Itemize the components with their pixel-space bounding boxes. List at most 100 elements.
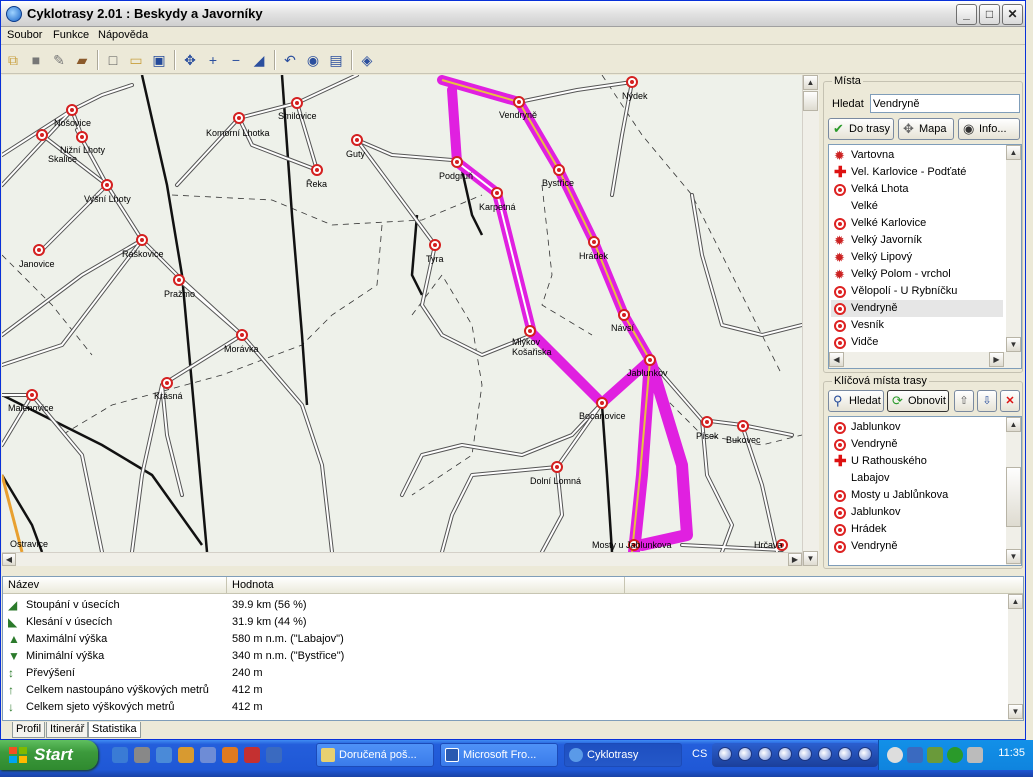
task-inbox[interactable]: Doručená poš... xyxy=(316,743,434,767)
map-vertical-scrollbar[interactable]: ▲ ▼ xyxy=(802,75,819,566)
scroll-thumb[interactable] xyxy=(803,91,818,111)
list-item[interactable]: Mosty u Jablůnkova xyxy=(831,487,1003,504)
language-indicator[interactable]: CS xyxy=(692,748,707,760)
zoom-in-icon[interactable]: + xyxy=(204,51,222,69)
tray-security-icon[interactable] xyxy=(907,747,923,763)
list-item[interactable]: ✹ Velký Polom - vrchol xyxy=(831,266,1003,283)
task-frontpage[interactable]: Microsoft Fro... xyxy=(440,743,558,767)
menu-napoveda[interactable]: Nápověda xyxy=(98,29,148,41)
menu-funkce[interactable]: Funkce xyxy=(53,29,89,41)
media-forward-button[interactable] xyxy=(838,747,852,761)
list-item[interactable]: Vendryně xyxy=(831,436,1003,453)
media-stop-button[interactable] xyxy=(758,747,772,761)
list-item[interactable]: Hrádek xyxy=(831,521,1003,538)
copy-icon[interactable]: ⧉ xyxy=(4,51,22,69)
list-item[interactable]: Vidče xyxy=(831,334,1003,351)
column-header-value[interactable]: Hodnota xyxy=(227,577,625,594)
table-row[interactable]: ↑ Celkem nastoupáno výškových metrů 412 m xyxy=(3,682,1003,699)
list-item[interactable]: ✚ Vel. Karlovice - Podťaté xyxy=(831,164,1003,181)
menu-soubor[interactable]: Soubor xyxy=(7,29,42,41)
app-icon[interactable] xyxy=(244,747,260,763)
scroll-up-button[interactable]: ▲ xyxy=(1008,594,1023,609)
list-item[interactable]: Velké xyxy=(831,198,1003,215)
move-icon[interactable]: ✥ xyxy=(181,51,199,69)
tab-profil[interactable]: Profil xyxy=(12,722,46,738)
table-row[interactable]: ◣ Klesání v úsecích 31.9 km (44 %) xyxy=(3,614,1003,631)
map-canvas[interactable] xyxy=(2,75,802,552)
profile-icon[interactable]: ◢ xyxy=(250,51,268,69)
scroll-down-button[interactable]: ▼ xyxy=(1008,704,1023,719)
refresh-button[interactable]: ⟳ Obnovit xyxy=(887,390,949,412)
move-up-button[interactable]: ⇧ xyxy=(954,390,974,412)
tray-network-icon[interactable] xyxy=(927,747,943,763)
places-list-scrollbar[interactable]: ▲ ▼ xyxy=(1006,145,1021,352)
pen-icon[interactable]: ✎ xyxy=(50,51,68,69)
stats-scrollbar[interactable]: ▲ ▼ xyxy=(1008,594,1023,720)
scroll-up-button[interactable]: ▲ xyxy=(1006,417,1021,432)
list-item[interactable]: Jablunkov xyxy=(831,419,1003,436)
scroll-down-button[interactable]: ▼ xyxy=(803,551,818,566)
table-row[interactable]: ↕ Převýšení 240 m xyxy=(3,665,1003,682)
route-list-scrollbar[interactable]: ▲ ▼ xyxy=(1006,417,1021,565)
scroll-up-button[interactable]: ▲ xyxy=(1006,145,1021,160)
map-horizontal-scrollbar[interactable]: ◀ ▶ xyxy=(2,552,802,566)
route-list[interactable]: Jablunkov Vendryně ✚ U Rathouského Labajov Mo… xyxy=(828,416,1022,566)
route-search-button[interactable]: ⚲ Hledat xyxy=(828,390,884,412)
maximize-button[interactable]: □ xyxy=(979,4,1000,25)
table-row[interactable]: ◢ Stoupání v úsecích 39.9 km (56 %) xyxy=(3,597,1003,614)
undo-icon[interactable]: ↶ xyxy=(281,51,299,69)
list-item[interactable]: Vendryně xyxy=(831,300,1003,317)
scroll-up-button[interactable]: ▲ xyxy=(803,75,818,90)
media-prev-button[interactable] xyxy=(718,747,732,761)
table-row[interactable]: ▼ Minimální výška 340 m n.m. ("Bystřice") xyxy=(3,648,1003,665)
new-file-icon[interactable]: □ xyxy=(104,51,122,69)
move-down-button[interactable]: ⇩ xyxy=(977,390,997,412)
places-list-hscroll[interactable]: ◀ ▶ xyxy=(829,352,1021,368)
start-button[interactable]: Start xyxy=(0,740,98,770)
book-icon[interactable]: ▰ xyxy=(73,51,91,69)
ie-icon[interactable] xyxy=(112,747,128,763)
media-volume-button[interactable] xyxy=(818,747,832,761)
list-item[interactable]: ✹ Velký Lipový xyxy=(831,249,1003,266)
media-next-button[interactable] xyxy=(798,747,812,761)
app-globe-icon[interactable] xyxy=(6,6,22,22)
help-book-icon[interactable]: ◈ xyxy=(358,51,376,69)
network-icon[interactable] xyxy=(200,747,216,763)
outlook-icon[interactable] xyxy=(156,747,172,763)
map-button[interactable]: ✥ Mapa xyxy=(898,118,954,140)
table-row[interactable]: ↓ Celkem sjeto výškových metrů 412 m xyxy=(3,699,1003,716)
info-button[interactable]: ◉ Info... xyxy=(958,118,1020,140)
to-route-button[interactable]: ✔ Do trasy xyxy=(828,118,894,140)
scroll-right-button[interactable]: ▶ xyxy=(788,553,802,566)
save-icon[interactable]: ▣ xyxy=(150,51,168,69)
explorer-icon[interactable] xyxy=(178,747,194,763)
places-search-input[interactable] xyxy=(870,94,1020,113)
zoom-out-icon[interactable]: − xyxy=(227,51,245,69)
media-play-button[interactable] xyxy=(778,747,792,761)
media-pause-button[interactable] xyxy=(738,747,752,761)
close-button[interactable]: ✕ xyxy=(1002,4,1023,25)
list-item[interactable]: Jablunkov xyxy=(831,504,1003,521)
list-item[interactable]: ✚ U Rathouského xyxy=(831,453,1003,470)
tray-volume-icon[interactable] xyxy=(967,747,983,763)
list-item[interactable]: Vělopolí - U Rybníčku xyxy=(831,283,1003,300)
map-view[interactable]: Nošovice Nižní Lhoty Skalice Vyšní Lhoty… xyxy=(2,75,802,552)
scroll-left-button[interactable]: ◀ xyxy=(2,553,16,566)
messenger-icon[interactable] xyxy=(266,747,282,763)
scroll-down-button[interactable]: ▼ xyxy=(1006,337,1021,352)
media-icon[interactable] xyxy=(134,747,150,763)
task-cyklotrasy[interactable]: Cyklotrasy xyxy=(564,743,682,767)
column-header-name[interactable]: Název xyxy=(3,577,227,594)
minimize-button[interactable]: _ xyxy=(956,4,977,25)
list-item[interactable]: ✹ Velký Javorník xyxy=(831,232,1003,249)
delete-button[interactable]: ✕ xyxy=(1000,390,1020,412)
list-item[interactable]: Vendryně xyxy=(831,538,1003,555)
scroll-right-button[interactable]: ▶ xyxy=(989,352,1004,367)
scroll-left-button[interactable]: ◀ xyxy=(829,352,844,367)
list-item[interactable]: Vesník xyxy=(831,317,1003,334)
open-folder-icon[interactable]: ▭ xyxy=(127,51,145,69)
scroll-down-button[interactable]: ▼ xyxy=(1006,549,1021,564)
places-list[interactable]: ✹ Vartovna ✚ Vel. Karlovice - Podťaté Velká … xyxy=(828,144,1022,369)
stamp-icon[interactable]: ■ xyxy=(27,51,45,69)
target-icon[interactable]: ◉ xyxy=(304,51,322,69)
